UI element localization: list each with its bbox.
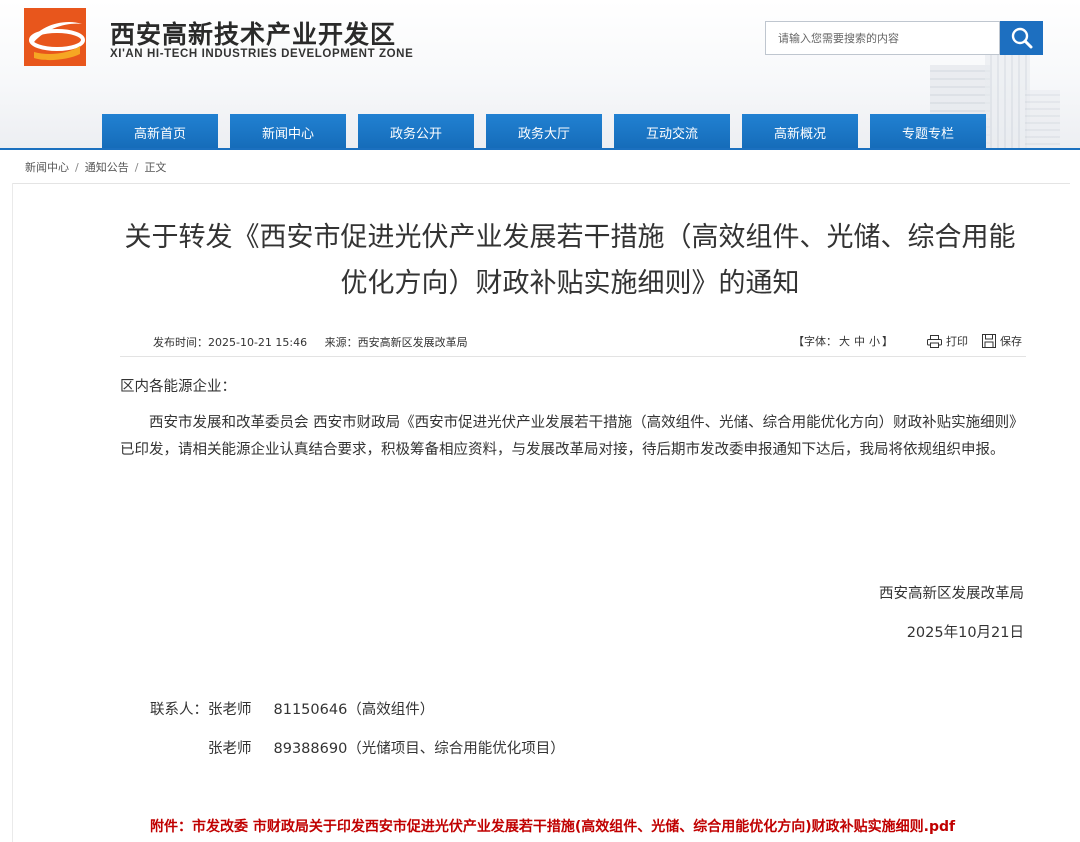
article-title-line2: 优化方向）财政补贴实施细则》的通知 — [340, 268, 800, 299]
breadcrumb-separator: / — [134, 161, 139, 174]
attachment-link[interactable]: 附件：市发改委 市财政局关于印发西安市促进光伏产业发展若干措施(高效组件、光储、… — [150, 816, 955, 836]
font-size-label-prefix: 【字体： — [793, 335, 837, 348]
breadcrumb-news[interactable]: 新闻中心 — [25, 161, 69, 174]
article-title: 关于转发《西安市促进光伏产业发展若干措施（高效组件、光储、综合用能 优化方向）财… — [110, 215, 1030, 307]
breadcrumb-current: 正文 — [144, 161, 167, 174]
save-button[interactable]: 保存 — [982, 333, 1022, 349]
article-title-line1: 关于转发《西安市促进光伏产业发展若干措施（高效组件、光储、综合用能 — [124, 222, 1016, 253]
breadcrumb-notices[interactable]: 通知公告 — [85, 161, 129, 174]
article-tools: 【字体：大中小】 打印 保存 — [793, 333, 1022, 349]
article-greeting: 区内各能源企业： — [120, 379, 236, 395]
contact-line: 张老师 89388690（光储项目、综合用能优化项目） — [208, 737, 565, 758]
search-box — [765, 21, 1000, 55]
nav-item-gov-hall[interactable]: 政务大厅 — [486, 114, 602, 150]
font-size-large[interactable]: 大 — [839, 335, 850, 348]
nav-item-gov-affairs[interactable]: 政务公开 — [358, 114, 474, 150]
site-subtitle-en: XI'AN HI-TECH INDUSTRIES DEVELOPMENT ZON… — [110, 48, 414, 60]
content-border — [12, 183, 13, 842]
font-size-medium[interactable]: 中 — [854, 335, 865, 348]
print-button[interactable]: 打印 — [927, 333, 968, 349]
breadcrumb: 新闻中心 / 通知公告 / 正文 — [25, 159, 166, 175]
search-button[interactable] — [1000, 21, 1043, 55]
signature-org: 西安高新区发展改革局 — [879, 586, 1024, 602]
contact-phone: 81150646（高效组件） — [273, 702, 435, 718]
printer-icon — [927, 334, 942, 348]
search-icon — [1011, 27, 1032, 49]
divider — [12, 183, 1070, 184]
site-title[interactable]: 西安高新技术产业开发区 — [110, 15, 396, 51]
font-size-label-suffix: 】 — [882, 335, 893, 348]
search-input[interactable] — [766, 22, 999, 54]
nav-item-news[interactable]: 新闻中心 — [230, 114, 346, 150]
xian-hitech-logo-icon[interactable] — [24, 8, 86, 66]
contact-phone: 89388690（光储项目、综合用能优化项目） — [273, 741, 565, 757]
nav-item-home[interactable]: 高新首页 — [102, 114, 218, 150]
nav-item-topics[interactable]: 专题专栏 — [870, 114, 986, 150]
contact-name: 联系人：张老师 — [150, 702, 252, 718]
nav-item-interaction[interactable]: 互动交流 — [614, 114, 730, 150]
article-meta: 发布时间：2025-10-21 15:46 来源：西安高新区发展改革局 — [153, 334, 482, 350]
divider — [120, 356, 1026, 357]
article-source: 来源：西安高新区发展改革局 — [324, 336, 468, 349]
font-size-small[interactable]: 小 — [869, 335, 880, 348]
contact-line: 联系人：张老师 81150646（高效组件） — [150, 698, 434, 719]
site-header: 西安高新技术产业开发区 XI'AN HI-TECH INDUSTRIES DEV… — [0, 0, 1080, 150]
font-size-switcher: 【字体：大中小】 — [793, 333, 893, 349]
article-paragraph: 西安市发展和改革委员会 西安市财政局《西安市促进光伏产业发展若干措施（高效组件、… — [120, 415, 1024, 458]
nav-item-overview[interactable]: 高新概况 — [742, 114, 858, 150]
publish-time: 发布时间：2025-10-21 15:46 — [153, 336, 308, 349]
breadcrumb-separator: / — [75, 161, 79, 174]
contact-name: 张老师 — [208, 741, 252, 757]
save-icon — [982, 334, 996, 348]
main-nav: 高新首页 新闻中心 政务公开 政务大厅 互动交流 高新概况 专题专栏 — [102, 114, 998, 150]
save-label: 保存 — [1000, 335, 1022, 348]
nav-underline — [0, 148, 1080, 150]
signature-date: 2025年10月21日 — [906, 625, 1024, 641]
print-label: 打印 — [946, 335, 968, 348]
